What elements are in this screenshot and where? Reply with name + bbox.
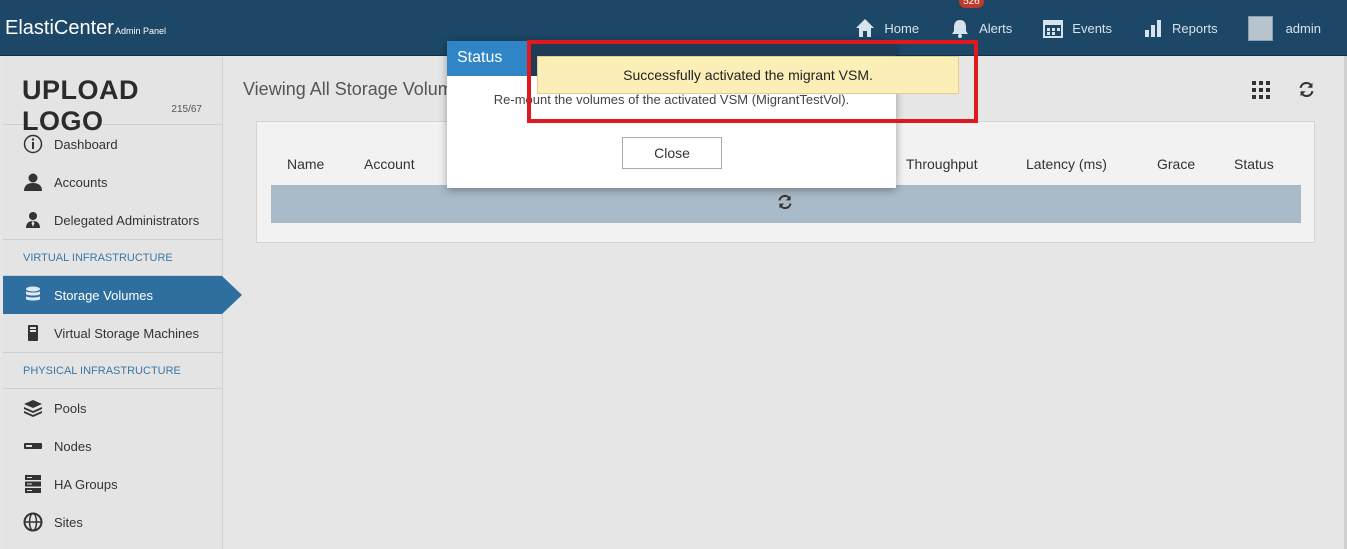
refresh-icon[interactable] <box>1298 81 1316 99</box>
sidebar-item-label: Dashboard <box>54 136 118 152</box>
layers-icon <box>23 398 43 418</box>
column-header-name[interactable]: Name <box>287 156 324 172</box>
user-avatar <box>1247 15 1273 41</box>
info-icon <box>23 134 43 154</box>
nav-home[interactable]: Home <box>854 17 919 39</box>
sidebar-item-delegated-admins[interactable]: Delegated Administrators <box>3 201 222 239</box>
database-icon <box>23 285 43 305</box>
sidebar-item-storage-volumes[interactable]: Storage Volumes <box>3 276 242 314</box>
server-icon <box>23 323 43 343</box>
sidebar-item-label: Virtual Storage Machines <box>54 325 200 341</box>
nav-events[interactable]: Events <box>1042 17 1112 39</box>
sidebar: UPLOAD LOGO 215/67 Dashboard Accounts De… <box>3 57 242 549</box>
sidebar-item-label: HA Groups <box>54 476 118 492</box>
logo-box[interactable]: UPLOAD LOGO 215/67 <box>3 57 222 136</box>
node-icon <box>23 436 43 456</box>
sidebar-item-label: Delegated Administrators <box>54 212 200 228</box>
server-stack-icon <box>23 474 43 494</box>
sidebar-item-label: Sites <box>54 514 83 530</box>
nav-alerts-label: Alerts <box>979 20 1013 36</box>
close-button[interactable]: Close <box>622 137 722 169</box>
column-header-latency[interactable]: Latency (ms) <box>1026 156 1107 172</box>
sidebar-item-sites[interactable]: Sites <box>3 503 222 541</box>
nav-reports[interactable]: Reports <box>1142 17 1218 39</box>
brand[interactable]: ElastiCenterAdmin Panel <box>5 17 166 40</box>
home-icon <box>854 17 876 39</box>
bell-icon <box>949 17 971 39</box>
nav-events-label: Events <box>1072 20 1113 36</box>
alerts-count-badge: 526 <box>959 0 984 8</box>
dialog-title: Status <box>447 41 528 76</box>
section-virtual-infrastructure: VIRTUAL INFRASTRUCTURE <box>3 239 222 276</box>
user-icon <box>23 172 43 192</box>
brand-subtitle: Admin Panel <box>114 26 166 36</box>
sidebar-item-label: Pools <box>54 400 87 416</box>
grid-menu-icon[interactable] <box>1252 81 1270 99</box>
calendar-icon <box>1042 17 1064 39</box>
sidebar-item-label: Storage Volumes <box>54 287 154 303</box>
globe-icon <box>23 512 43 532</box>
section-physical-infrastructure: PHYSICAL INFRASTRUCTURE <box>3 352 222 389</box>
nav-user-menu[interactable]: admin <box>1247 15 1321 41</box>
column-header-grace[interactable]: Grace <box>1157 156 1195 172</box>
sidebar-item-nodes[interactable]: Nodes <box>3 427 222 465</box>
nav-reports-label: Reports <box>1172 20 1218 36</box>
bar-chart-icon <box>1142 17 1164 39</box>
sidebar-item-ha-groups[interactable]: HA Groups <box>3 465 222 503</box>
nav-alerts[interactable]: 526 Alerts <box>949 0 1013 39</box>
loading-spinner-icon <box>777 194 795 212</box>
loading-row <box>271 185 1301 223</box>
column-header-status[interactable]: Status <box>1234 156 1274 172</box>
nav-home-label: Home <box>884 20 920 36</box>
column-header-account[interactable]: Account <box>364 156 415 172</box>
sidebar-item-label: Nodes <box>54 438 92 454</box>
sidebar-item-accounts[interactable]: Accounts <box>3 163 222 201</box>
user-tie-icon <box>23 210 43 230</box>
logo-dimensions: 215/67 <box>171 104 202 115</box>
brand-name: ElastiCenter <box>5 17 114 39</box>
nav-user-label: admin <box>1285 20 1321 36</box>
sidebar-item-virtual-storage-machines[interactable]: Virtual Storage Machines <box>3 314 222 352</box>
sidebar-item-pools[interactable]: Pools <box>3 389 222 427</box>
sidebar-item-label: Accounts <box>54 174 108 190</box>
column-header-throughput[interactable]: Throughput <box>906 156 978 172</box>
highlight-box <box>527 40 978 123</box>
page-title: Viewing All Storage Volumes <box>243 79 472 99</box>
